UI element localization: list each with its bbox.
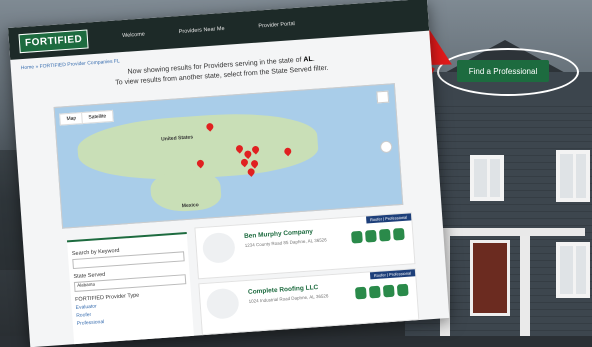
provider-tags: Roofer | Professional [365, 213, 412, 224]
screenshot-card: FORTIFIED Welcome Providers Near Me Prov… [8, 0, 450, 347]
fullscreen-icon[interactable] [376, 90, 390, 104]
porch-column [520, 236, 530, 336]
company-logo [201, 231, 236, 264]
badge-icon [382, 284, 395, 298]
house-window [470, 155, 504, 201]
nav-item-welcome[interactable]: Welcome [122, 31, 145, 39]
house-window [556, 242, 590, 298]
nav-item-provider-portal[interactable]: Provider Portal [258, 21, 295, 30]
nav-item-providers-near-me[interactable]: Providers Near Me [179, 26, 225, 35]
provider-tags: Roofer | Professional [369, 269, 416, 280]
badge-icon [351, 230, 363, 244]
street-view-icon[interactable] [379, 140, 393, 154]
results-list: Roofer | Professional Ben Murphy Company… [194, 212, 420, 339]
fortified-logo[interactable]: FORTIFIED [18, 28, 89, 53]
badge-icon [392, 227, 405, 241]
highlight-oval [437, 48, 579, 96]
badge-icon [365, 229, 377, 243]
list-item[interactable]: Roofer | Professional Ben Murphy Company… [194, 212, 416, 280]
house-porch [435, 228, 585, 236]
badge-icon [396, 283, 409, 297]
provider-map[interactable]: Map Satellite United States Mexico [53, 83, 404, 229]
badge-icon [368, 285, 381, 299]
badge-icon [378, 228, 391, 242]
badge-group [351, 227, 405, 244]
house-window [556, 150, 590, 202]
map-label-mexico: Mexico [181, 202, 199, 210]
map-tab-map[interactable]: Map [59, 111, 84, 126]
company-logo [205, 287, 240, 320]
filter-panel: Search by Keyword State Served Alabama F… [66, 232, 196, 347]
badge-icon [354, 286, 367, 300]
badge-group [354, 283, 409, 300]
house-door [470, 240, 510, 316]
map-tab-satellite[interactable]: Satellite [81, 109, 114, 125]
